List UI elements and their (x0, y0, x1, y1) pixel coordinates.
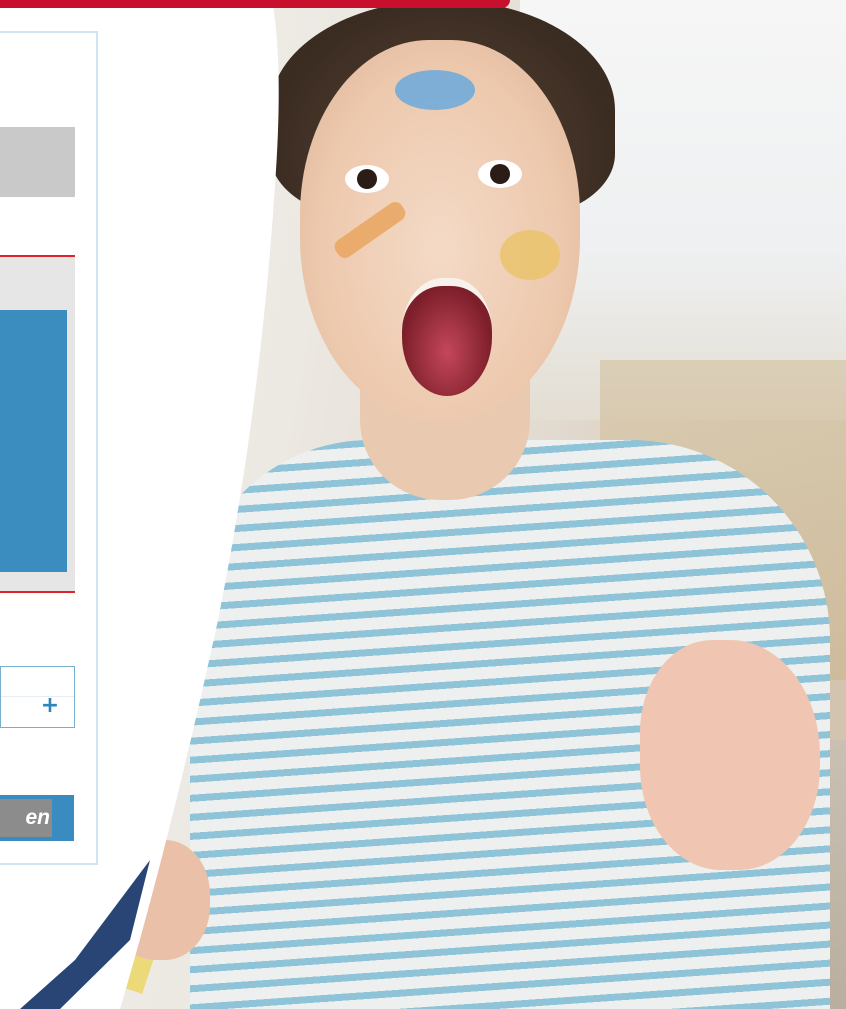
blue-content-block (0, 310, 67, 572)
add-item-input[interactable]: + (0, 666, 75, 728)
content-panel (0, 255, 75, 593)
white-curved-overlay (0, 0, 279, 1009)
plus-icon[interactable]: + (39, 695, 61, 717)
submit-button-label: en (0, 799, 52, 837)
submit-button[interactable]: en (0, 795, 74, 841)
top-accent-bar (0, 0, 510, 8)
gray-header-bar (0, 127, 75, 197)
input-divider (1, 696, 74, 697)
